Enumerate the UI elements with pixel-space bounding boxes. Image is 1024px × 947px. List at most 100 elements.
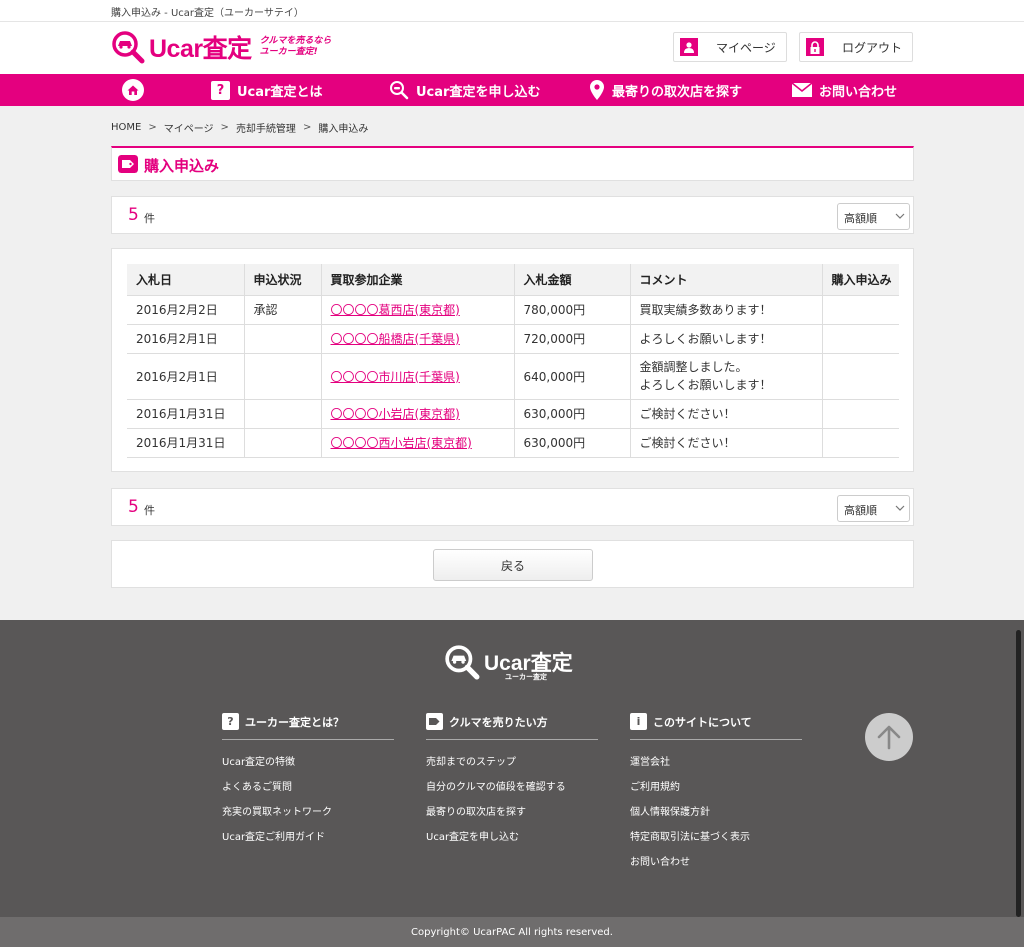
- site-header: Ucar査定 クルマを売るなら ユーカー査定! マイページ ログアウト: [0, 22, 1024, 74]
- breadcrumb-mypage[interactable]: マイページ: [164, 120, 214, 135]
- result-count-unit: 件: [144, 212, 155, 225]
- company-link[interactable]: 〇〇〇〇市川店(千葉県): [331, 370, 460, 384]
- nav-home[interactable]: [122, 74, 144, 106]
- bid-company-cell: 〇〇〇〇小岩店(東京都): [320, 399, 514, 429]
- footer-link[interactable]: 最寄りの取次店を探す: [426, 803, 598, 828]
- bid-apply: [821, 324, 899, 354]
- main-nav: ? Ucar査定とは Ucar査定を申し込む 最寄りの取次店を探す お問い合わせ: [0, 74, 1024, 106]
- nav-contact[interactable]: お問い合わせ: [792, 74, 897, 106]
- company-link[interactable]: 〇〇〇〇船橋店(千葉県): [331, 332, 460, 346]
- copyright-bar: Copyright© UcarPAC All rights reserved.: [0, 917, 1024, 947]
- footer-column-sell: クルマを売りたい方 売却までのステップ 自分のクルマの値段を確認する 最寄りの取…: [426, 712, 598, 853]
- bid-date: 2016月1月31日: [127, 428, 244, 458]
- nav-find-shop-label: 最寄りの取次店を探す: [612, 84, 743, 100]
- breadcrumb-separator-icon: >: [220, 122, 229, 133]
- bid-company-cell: 〇〇〇〇葛西店(東京都): [320, 295, 514, 325]
- footer-link-list: Ucar査定の特徴 よくあるご質問 充実の買取ネットワーク Ucar査定ご利用ガ…: [222, 753, 394, 853]
- nav-contact-label: お問い合わせ: [819, 84, 898, 100]
- bid-amount: 640,000円: [513, 353, 630, 400]
- page-scrollbar[interactable]: [1016, 630, 1021, 917]
- bid-apply: [821, 428, 899, 458]
- bid-amount: 780,000円: [513, 295, 630, 325]
- footer-link[interactable]: Ucar査定の特徴: [222, 753, 394, 778]
- column-header: 入札金額: [513, 264, 630, 296]
- info-icon: i: [630, 713, 647, 730]
- column-header: 購入申込み: [821, 264, 899, 296]
- bid-comment: ご検討ください！: [629, 399, 822, 429]
- bid-date: 2016月2月1日: [127, 353, 244, 400]
- bid-status: [243, 324, 321, 354]
- site-logo[interactable]: Ucar査定 クルマを売るなら ユーカー査定!: [111, 30, 340, 64]
- breadcrumb: HOME > マイページ > 売却手続管理 > 購入申込み: [111, 120, 368, 135]
- logout-button[interactable]: ログアウト: [799, 32, 913, 62]
- bid-status: [243, 428, 321, 458]
- tag-icon: [118, 155, 138, 173]
- footer-link[interactable]: 運営会社: [630, 753, 802, 778]
- back-box: 戻る: [111, 540, 914, 588]
- bid-comment-line: よろしくお願いします！: [639, 378, 772, 392]
- footer-link[interactable]: Ucar査定ご利用ガイド: [222, 828, 394, 853]
- footer-column-heading: クルマを売りたい方: [426, 712, 598, 740]
- sort-select-bottom[interactable]: 高額順: [837, 495, 910, 522]
- tagline-line-1: クルマを売るなら: [259, 36, 332, 46]
- result-count-unit: 件: [144, 504, 155, 517]
- home-icon: [122, 79, 144, 101]
- nav-about[interactable]: ? Ucar査定とは: [211, 74, 322, 106]
- back-button[interactable]: 戻る: [433, 549, 593, 581]
- bid-status: [243, 399, 321, 429]
- magnifier-car-logo-icon: [445, 645, 480, 680]
- bid-comment: 金額調整しました。 よろしくお願いします！: [629, 353, 822, 400]
- footer-link-list: 売却までのステップ 自分のクルマの値段を確認する 最寄りの取次店を探す Ucar…: [426, 753, 598, 853]
- person-icon: [680, 38, 698, 56]
- footer-link[interactable]: Ucar査定を申し込む: [426, 828, 598, 853]
- bid-amount: 630,000円: [513, 399, 630, 429]
- bid-company-cell: 〇〇〇〇市川店(千葉県): [320, 353, 514, 400]
- tag-icon: [426, 713, 443, 730]
- footer-column-site: i このサイトについて 運営会社 ご利用規約 個人情報保護方針 特定商取引法に基…: [630, 712, 802, 878]
- footer-column-heading: i このサイトについて: [630, 712, 802, 740]
- nav-apply[interactable]: Ucar査定を申し込む: [389, 74, 540, 106]
- footer-column-title: クルマを売りたい方: [449, 715, 548, 729]
- footer-link[interactable]: 特定商取引法に基づく表示: [630, 828, 802, 853]
- footer-column-title: ユーカー査定とは？: [245, 715, 344, 729]
- bid-date: 2016月1月31日: [127, 399, 244, 429]
- nav-find-shop[interactable]: 最寄りの取次店を探す: [589, 74, 742, 106]
- footer-link[interactable]: よくあるご質問: [222, 778, 394, 803]
- logo-text: Ucar査定: [149, 35, 252, 63]
- footer-link[interactable]: 充実の買取ネットワーク: [222, 803, 394, 828]
- result-count-bottom: 5 件 高額順: [111, 488, 914, 526]
- footer-link[interactable]: 売却までのステップ: [426, 753, 598, 778]
- footer-link[interactable]: お問い合わせ: [630, 853, 802, 878]
- breadcrumb-home[interactable]: HOME: [111, 122, 141, 133]
- footer-link[interactable]: 自分のクルマの値段を確認する: [426, 778, 598, 803]
- company-link[interactable]: 〇〇〇〇西小岩店(東京都): [331, 436, 472, 450]
- table-row: 2016月1月31日 〇〇〇〇小岩店(東京都) 630,000円 ご検討ください…: [127, 399, 899, 429]
- question-icon: ?: [211, 80, 230, 100]
- bid-comment-line: ご検討ください！: [639, 406, 736, 421]
- tagline-line-2: ユーカー査定!: [259, 47, 318, 57]
- company-link[interactable]: 〇〇〇〇葛西店(東京都): [331, 303, 460, 317]
- bid-comment-line: ご検討ください！: [639, 435, 736, 450]
- breadcrumb-sale-management[interactable]: 売却手続管理: [236, 120, 296, 135]
- mypage-label: マイページ: [716, 40, 776, 55]
- sort-selected-value: 高額順: [844, 504, 877, 517]
- footer-link[interactable]: 個人情報保護方針: [630, 803, 802, 828]
- breadcrumb-current: 購入申込み: [318, 124, 369, 135]
- sort-select-top[interactable]: 高額順: [837, 203, 910, 230]
- table-row: 2016月2月1日 〇〇〇〇市川店(千葉県) 640,000円 金額調整しました…: [127, 353, 899, 400]
- mypage-button[interactable]: マイページ: [673, 32, 787, 62]
- pin-icon: [590, 80, 604, 100]
- bid-apply: [821, 353, 899, 400]
- chevron-down-icon: [895, 505, 905, 511]
- bid-status: [243, 353, 321, 400]
- search-icon: [390, 81, 409, 100]
- column-header: 入札日: [127, 264, 244, 296]
- table-header-row: 入札日 申込状況 買取参加企業 入札金額 コメント 購入申込み: [127, 264, 899, 296]
- back-to-top-button[interactable]: [865, 713, 913, 761]
- bids-table-box: 入札日 申込状況 買取参加企業 入札金額 コメント 購入申込み 2016月2月2…: [111, 248, 914, 472]
- page-title-box: 購入申込み: [111, 146, 914, 181]
- footer-logo[interactable]: Ucar査定 ユーカー査定: [444, 644, 573, 681]
- bid-comment-line: 買取実績多数あります！: [639, 302, 772, 317]
- footer-link[interactable]: ご利用規約: [630, 778, 802, 803]
- company-link[interactable]: 〇〇〇〇小岩店(東京都): [331, 407, 460, 421]
